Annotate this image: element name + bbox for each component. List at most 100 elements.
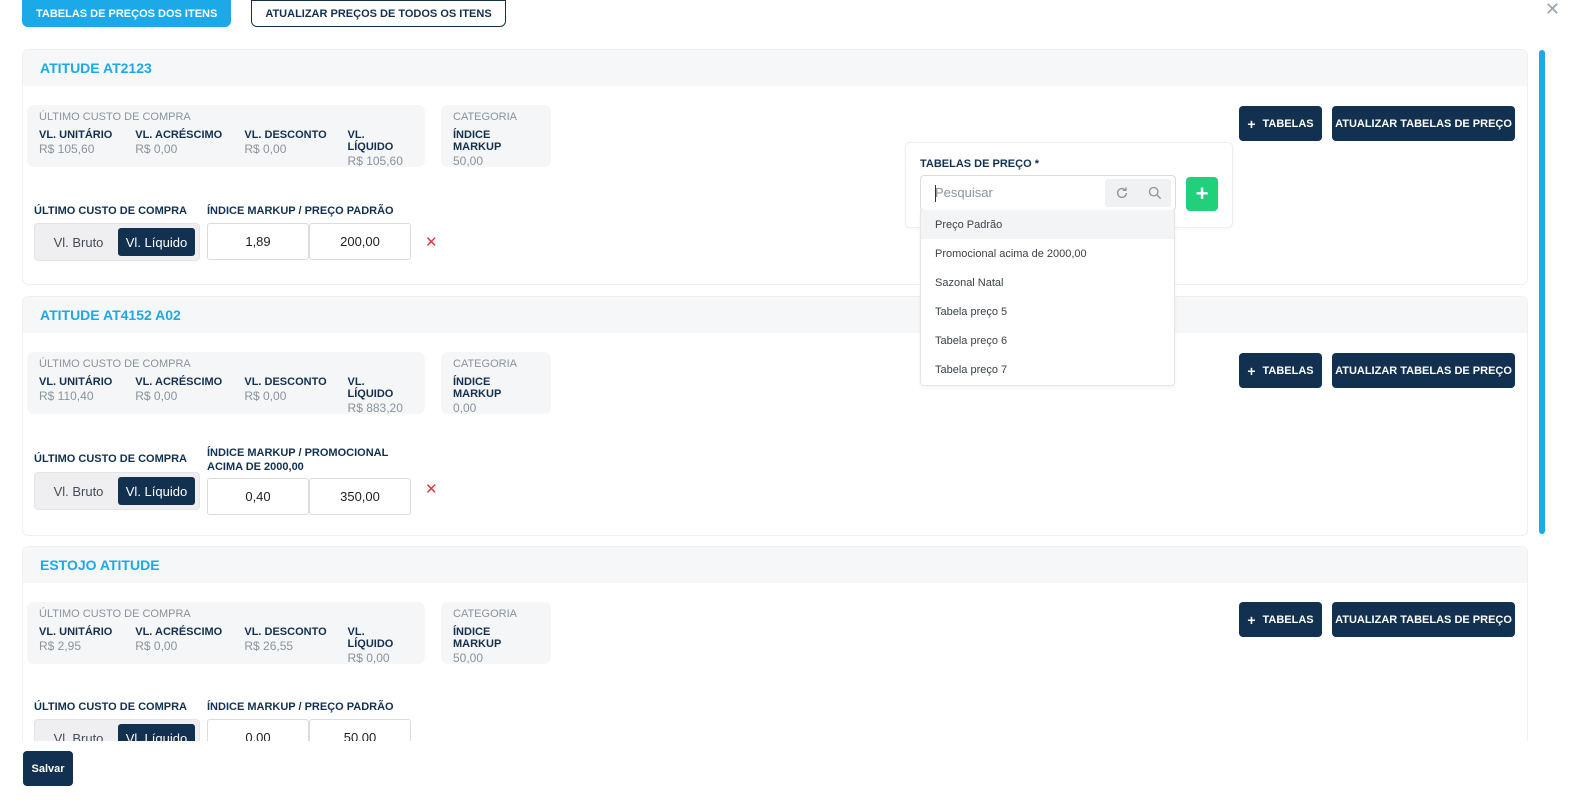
item-card-header: ATITUDE AT4152 A02 xyxy=(23,297,1527,333)
gross-toggle[interactable]: Vl. Bruto xyxy=(39,724,118,742)
markup-value: 50,00 xyxy=(453,154,484,168)
gross-toggle[interactable]: Vl. Bruto xyxy=(39,228,118,256)
search-icon[interactable] xyxy=(1148,186,1162,200)
item-title: ESTOJO ATITUDE xyxy=(40,557,160,573)
price-input[interactable]: 50,00 xyxy=(309,719,411,741)
unit-label: VL. UNITÁRIO xyxy=(39,129,113,141)
update-tables-button[interactable]: ATUALIZAR TABELAS DE PREÇO xyxy=(1332,353,1515,388)
gross-toggle[interactable]: Vl. Bruto xyxy=(39,477,118,505)
last-cost-title: ÚLTIMO CUSTO DE COMPRA xyxy=(39,358,191,370)
net-toggle[interactable]: Vl. Líquido xyxy=(117,228,195,256)
net-value: R$ 883,20 xyxy=(347,401,403,415)
close-icon[interactable]: ✕ xyxy=(1545,0,1560,18)
plus-icon: + xyxy=(1247,115,1256,132)
add-tables-label: TABELAS xyxy=(1262,613,1314,626)
dropdown-option[interactable]: Sazonal Natal xyxy=(921,268,1174,297)
category-title: CATEGORIA xyxy=(453,111,517,123)
cost-mode-label: ÚLTIMO CUSTO DE COMPRA xyxy=(34,701,187,713)
category-box: CATEGORIA ÍNDICE MARKUP 0,00 xyxy=(441,352,551,415)
increase-value: R$ 0,00 xyxy=(135,142,178,156)
markup-value: 50,00 xyxy=(453,651,484,665)
cost-mode-label: ÚLTIMO CUSTO DE COMPRA xyxy=(34,453,187,465)
last-cost-box: ÚLTIMO CUSTO DE COMPRA VL. UNITÁRIO R$ 11… xyxy=(27,352,425,415)
markup-table-label: ÍNDICE MARKUP / PROMOCIONAL ACIMA DE 200… xyxy=(207,447,389,473)
net-value: R$ 0,00 xyxy=(347,651,390,665)
last-cost-title: ÚLTIMO CUSTO DE COMPRA xyxy=(39,111,191,123)
cost-mode-label: ÚLTIMO CUSTO DE COMPRA xyxy=(34,205,187,217)
item-card: ATITUDE AT4152 A02 ÚLTIMO CUSTO DE COMPR… xyxy=(22,296,1528,536)
tab-price-tables[interactable]: TABELAS DE PREÇOS DOS ITENS xyxy=(22,0,232,27)
dropdown-option[interactable]: Tabela preço 5 xyxy=(921,297,1174,326)
discount-value: R$ 0,00 xyxy=(244,389,287,403)
increase-label: VL. ACRÉSCIMO xyxy=(135,129,223,141)
last-cost-box: ÚLTIMO CUSTO DE COMPRA VL. UNITÁRIO R$ 2,… xyxy=(27,602,425,665)
markup-label: ÍNDICE MARKUP xyxy=(453,129,502,153)
plus-icon: + xyxy=(1247,611,1256,628)
net-label: VL. LÍQUIDO xyxy=(347,376,394,400)
unit-label: VL. UNITÁRIO xyxy=(39,626,113,638)
index-input[interactable]: 0,00 xyxy=(207,719,309,741)
add-tables-button[interactable]: + TABELAS xyxy=(1239,353,1322,388)
markup-label: ÍNDICE MARKUP xyxy=(453,626,502,650)
add-tables-label: TABELAS xyxy=(1262,117,1314,130)
category-box: CATEGORIA ÍNDICE MARKUP 50,00 xyxy=(441,105,551,168)
add-tables-button[interactable]: + TABELAS xyxy=(1239,602,1322,637)
remove-icon[interactable]: ✕ xyxy=(425,233,438,251)
cost-mode-toggle: Vl. Bruto Vl. Líquido xyxy=(34,472,200,510)
price-input[interactable]: 350,00 xyxy=(309,478,411,515)
unit-label: VL. UNITÁRIO xyxy=(39,376,113,388)
net-toggle[interactable]: Vl. Líquido xyxy=(117,477,195,505)
category-title: CATEGORIA xyxy=(453,358,517,370)
dropdown-option[interactable]: Preço Padrão xyxy=(921,210,1174,239)
cost-mode-toggle: Vl. Bruto Vl. Líquido xyxy=(34,223,200,261)
search-placeholder: Pesquisar xyxy=(935,185,993,200)
discount-label: VL. DESCONTO xyxy=(244,129,327,141)
dropdown-option[interactable]: Tabela preço 6 xyxy=(921,326,1174,355)
index-input[interactable]: 0,40 xyxy=(207,478,309,515)
scrollbar-thumb[interactable] xyxy=(1539,50,1545,534)
index-input[interactable]: 1,89 xyxy=(207,223,309,260)
increase-label: VL. ACRÉSCIMO xyxy=(135,626,223,638)
last-cost-box: ÚLTIMO CUSTO DE COMPRA VL. UNITÁRIO R$ 10… xyxy=(27,105,425,168)
refresh-icon[interactable] xyxy=(1115,186,1129,200)
discount-label: VL. DESCONTO xyxy=(244,376,327,388)
increase-value: R$ 0,00 xyxy=(135,639,178,653)
dropdown-option[interactable]: Tabela preço 7 xyxy=(921,355,1174,384)
update-all-prices-button[interactable]: ATUALIZAR PREÇOS DE TODOS OS ITENS xyxy=(251,0,506,27)
unit-value: R$ 2,95 xyxy=(39,639,82,653)
cost-mode-toggle: Vl. Bruto Vl. Líquido xyxy=(34,719,200,741)
item-title: ATITUDE AT4152 A02 xyxy=(40,307,181,323)
last-cost-title: ÚLTIMO CUSTO DE COMPRA xyxy=(39,608,191,620)
dropdown-option[interactable]: Promocional acima de 2000,00 xyxy=(921,239,1174,268)
price-table-search-input[interactable]: Pesquisar xyxy=(920,175,1176,211)
net-label: VL. LÍQUIDO xyxy=(347,626,394,650)
update-tables-button[interactable]: ATUALIZAR TABELAS DE PREÇO xyxy=(1332,106,1515,141)
unit-value: R$ 110,40 xyxy=(39,389,94,403)
net-value: R$ 105,60 xyxy=(347,154,403,168)
save-button[interactable]: Salvar xyxy=(23,751,73,786)
item-card: ATITUDE AT2123 ÚLTIMO CUSTO DE COMPRA VL… xyxy=(22,49,1528,285)
add-tables-button[interactable]: + TABELAS xyxy=(1239,106,1322,141)
markup-table-label: ÍNDICE MARKUP / PREÇO PADRÃO xyxy=(207,205,394,217)
add-tables-label: TABELAS xyxy=(1262,364,1314,377)
increase-value: R$ 0,00 xyxy=(135,389,178,403)
markup-table-label: ÍNDICE MARKUP / PREÇO PADRÃO xyxy=(207,701,394,713)
discount-value: R$ 26,55 xyxy=(244,639,294,653)
discount-label: VL. DESCONTO xyxy=(244,626,327,638)
unit-value: R$ 105,60 xyxy=(39,142,95,156)
net-label: VL. LÍQUIDO xyxy=(347,129,394,153)
item-title: ATITUDE AT2123 xyxy=(40,60,152,76)
items-list: ATITUDE AT2123 ÚLTIMO CUSTO DE COMPRA VL… xyxy=(22,49,1528,741)
price-table-dropdown: Preço Padrão Promocional acima de 2000,0… xyxy=(920,210,1175,386)
plus-icon: + xyxy=(1247,362,1256,379)
item-card: ESTOJO ATITUDE ÚLTIMO CUSTO DE COMPRA VL… xyxy=(22,546,1528,741)
price-input[interactable]: 200,00 xyxy=(309,223,411,260)
increase-label: VL. ACRÉSCIMO xyxy=(135,376,223,388)
net-toggle[interactable]: Vl. Líquido xyxy=(117,724,195,741)
discount-value: R$ 0,00 xyxy=(244,142,287,156)
remove-icon[interactable]: ✕ xyxy=(425,480,438,498)
plus-icon: + xyxy=(1195,181,1209,206)
category-title: CATEGORIA xyxy=(453,608,517,620)
add-price-table-button[interactable]: + xyxy=(1186,177,1218,211)
update-tables-button[interactable]: ATUALIZAR TABELAS DE PREÇO xyxy=(1332,602,1515,637)
